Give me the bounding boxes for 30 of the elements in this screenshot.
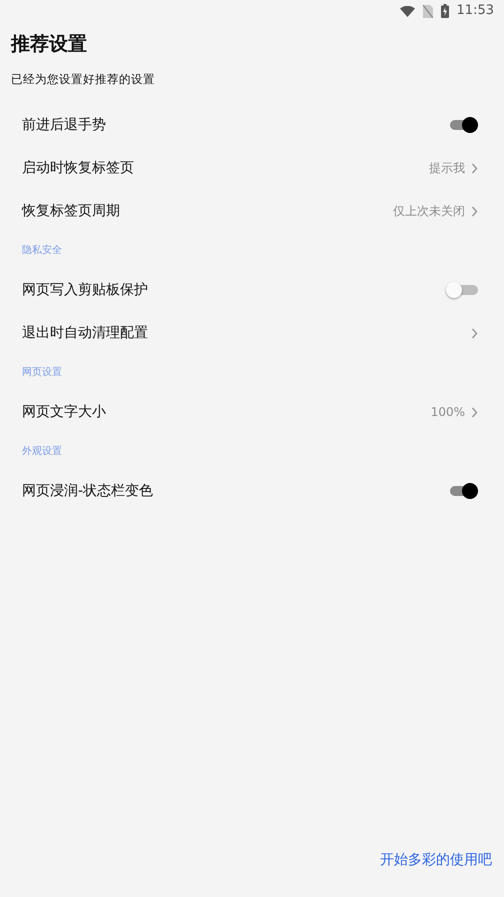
page-title: 推荐设置 (11, 32, 88, 57)
chevron-right-icon (471, 206, 478, 217)
toggle-switch[interactable] (450, 115, 478, 136)
setting-row[interactable]: 网页文字大小 100% (0, 390, 504, 434)
setting-label: 启动时恢复标签页 (22, 158, 134, 178)
section-header: 网页设置 (21, 366, 63, 380)
section-header: 外观设置 (21, 444, 63, 460)
start-link[interactable]: 开始多彩的使用吧 (380, 852, 492, 868)
no-sim-icon (422, 4, 433, 18)
chevron-right-icon (471, 162, 478, 174)
chevron-right-icon (471, 406, 478, 418)
setting-label: 网页文字大小 (22, 402, 106, 422)
wifi-icon (400, 6, 415, 16)
status-time: 11:53 (456, 2, 494, 20)
chevron-right-icon (471, 328, 478, 339)
battery-charging-icon (440, 4, 449, 18)
setting-label: 退出时自动清理配置 (22, 324, 148, 343)
setting-row[interactable]: 启动时恢复标签页 提示我 (0, 146, 504, 190)
setting-label: 网页写入剪贴板保护 (22, 280, 148, 300)
setting-value: 仅上次未关闭 (393, 203, 465, 220)
page-subtitle: 已经为您设置好推荐的设置 (11, 70, 156, 88)
toggle-switch[interactable] (450, 481, 478, 502)
setting-row[interactable]: 恢复标签页周期 仅上次未关闭 (0, 190, 504, 233)
setting-label: 恢复标签页周期 (22, 202, 120, 221)
setting-value: 100% (430, 404, 465, 422)
setting-row[interactable]: 退出时自动清理配置 (0, 312, 504, 355)
setting-label: 网页浸润-状态栏变色 (22, 482, 154, 501)
section-header: 隐私安全 (21, 244, 63, 258)
setting-label: 前进后退手势 (22, 116, 106, 135)
setting-value: 提示我 (429, 160, 465, 178)
